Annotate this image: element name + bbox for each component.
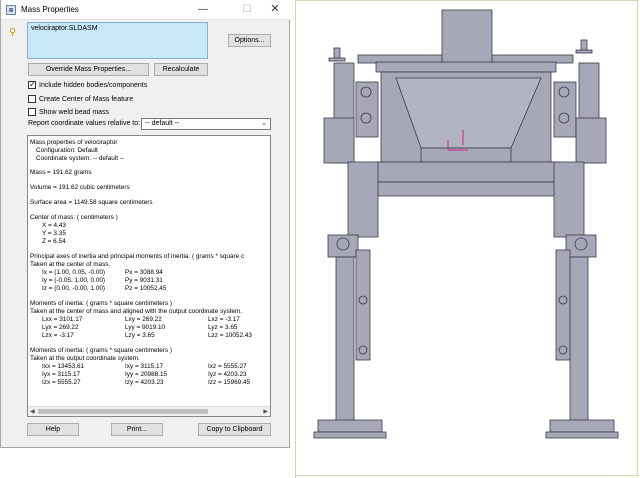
override-mass-properties-button[interactable]: Override Mass Properties... (28, 63, 149, 76)
bolt (328, 57, 346, 62)
pin-icon[interactable]: ⚲ (9, 27, 16, 38)
com-z: Z = 6.54 (42, 238, 66, 245)
selected-file[interactable]: velociraptor.SLDASM (31, 25, 98, 32)
moi2-cell: Izz = 15969.45 (208, 379, 251, 386)
bolt-head (558, 345, 568, 355)
chevron-down-icon[interactable]: ⌄ (261, 119, 267, 127)
recalculate-button[interactable]: Recalculate (154, 63, 208, 76)
bolt-head (558, 295, 568, 305)
moi1-cell: Lzz = 10052.43 (208, 332, 252, 339)
show-weld-checkbox[interactable]: Show weld bead mass (28, 107, 109, 117)
left-foot (317, 419, 383, 433)
scroll-right-icon[interactable]: ▶ (263, 407, 268, 416)
create-com-checkbox[interactable]: Create Center of Mass feature (28, 94, 133, 104)
print-button[interactable]: Print... (111, 423, 163, 436)
bolt (575, 49, 593, 54)
right-shin-rail (555, 249, 571, 361)
options-button[interactable]: Options... (228, 34, 271, 47)
help-button[interactable]: Help (27, 423, 79, 436)
left-knee-joint (336, 237, 350, 251)
left-hip (323, 117, 355, 164)
checkbox-icon[interactable] (28, 95, 36, 103)
moi2-cell: Izx = 5555.27 (42, 379, 81, 386)
right-knee-joint (574, 237, 588, 251)
pz-line: Pz = 10052.45 (125, 285, 167, 292)
mass-properties-icon (6, 5, 16, 15)
lower-frame (375, 161, 562, 183)
scroll-thumb[interactable] (38, 409, 208, 414)
lower-crossbar (375, 181, 562, 197)
moi2-cell: Izy = 4203.23 (125, 379, 164, 386)
report-coordinate-label: Report coordinate values relative to: (28, 120, 141, 127)
include-hidden-label: Include hidden bodies/components (39, 81, 148, 89)
bolt-head (360, 112, 372, 124)
right-upper-leg (553, 161, 585, 238)
coordinate-system-value: -- default -- (145, 120, 180, 127)
maximize-button[interactable]: ☐ (234, 2, 260, 17)
window-title: Mass Properties (21, 5, 79, 14)
bolt-head (358, 345, 368, 355)
surface-area-line: Surface area = 1149.58 square centimeter… (30, 199, 153, 206)
right-foot (549, 419, 615, 433)
selected-items-list[interactable]: velociraptor.SLDASM (27, 22, 208, 59)
bolt-head (360, 86, 372, 98)
scroll-left-icon[interactable]: ◀ (30, 407, 35, 416)
show-weld-label: Show weld bead mass (39, 108, 110, 116)
right-foot-sole (545, 431, 619, 439)
copy-to-clipboard-button[interactable]: Copy to Clipboard (198, 423, 271, 436)
left-foot-sole (313, 431, 387, 439)
create-com-label: Create Center of Mass feature (39, 95, 134, 103)
left-upper-leg (347, 161, 379, 238)
results-textbox[interactable]: Mass properties of velociraptor Configur… (27, 135, 271, 417)
mass-line: Mass = 191.62 grams (30, 169, 92, 176)
bolt-head (358, 295, 368, 305)
coordinate-system-select[interactable]: -- default -- ⌄ (141, 118, 271, 130)
body-rail (375, 61, 557, 73)
close-button[interactable]: ✕ (262, 2, 288, 17)
left-shin-rail (355, 249, 371, 361)
bolt-head (558, 112, 570, 124)
moi1-cell: Lzx = -3.17 (42, 332, 74, 339)
title-bar[interactable]: Mass Properties — ☐ ✕ (1, 0, 291, 20)
right-hip (575, 117, 607, 164)
mass-properties-dialog: Mass Properties — ☐ ✕ ⚲ velociraptor.SLD… (0, 0, 291, 448)
checkbox-checked-icon[interactable] (28, 80, 36, 89)
cad-viewport[interactable] (295, 0, 640, 478)
volume-line: Volume = 191.62 cubic centimeters (30, 184, 130, 191)
moi1-cell: Lzy = 3.65 (125, 332, 155, 339)
bolt-head (558, 86, 570, 98)
minimize-button[interactable]: — (190, 2, 216, 17)
robot-model-drawing (313, 9, 619, 439)
left-shin (335, 256, 355, 423)
checkbox-icon[interactable] (28, 108, 36, 116)
coordinate-system-line: Coordinate system: -- default -- (36, 155, 125, 162)
right-shin (569, 256, 589, 423)
horizontal-scrollbar[interactable]: ◀ ▶ (28, 406, 270, 416)
iz-line: Iz = (0.00, -0.00, 1.00) (42, 285, 106, 292)
include-hidden-checkbox[interactable]: Include hidden bodies/components (28, 80, 147, 90)
